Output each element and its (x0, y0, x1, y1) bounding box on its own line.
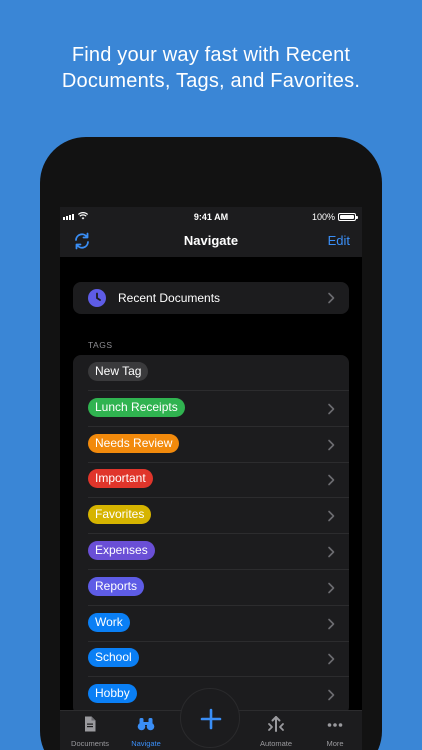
phone-screen: 9:41 AM 100% Navigate Edit Recent Docume… (60, 207, 362, 750)
chevron-right-icon (328, 510, 335, 522)
chevron-right-icon (328, 689, 335, 701)
tag-pill: Important (88, 469, 153, 489)
tag-pill: Hobby (88, 684, 137, 704)
tab-more[interactable]: More (305, 711, 362, 750)
edit-button[interactable]: Edit (328, 233, 350, 248)
tag-pill: Favorites (88, 505, 152, 525)
battery-icon (338, 213, 358, 221)
tag-pill: Lunch Receipts (88, 397, 185, 417)
tab-navigate[interactable]: Navigate (116, 711, 176, 750)
headline-line-1: Find your way fast with Recent (71, 44, 351, 66)
tab-label: Documents (71, 739, 109, 748)
tag-row[interactable]: Lunch Receipts (73, 391, 349, 427)
chevron-right-icon (328, 546, 335, 558)
tab-label: Navigate (131, 739, 161, 748)
headline-line-2: Documents, Tags, and Favorites. (61, 70, 361, 92)
recent-documents-label: Recent Documents (118, 291, 221, 305)
navigate-content: Recent Documents TAGS New Tag Lunch Recei… (60, 257, 362, 715)
recent-documents-row[interactable]: Recent Documents (73, 282, 349, 314)
chevron-right-icon (328, 654, 335, 665)
binoculars-icon (137, 718, 155, 731)
status-bar: 9:41 AM 100% (60, 207, 362, 227)
tag-row[interactable]: Expenses (73, 534, 349, 570)
tag-pill: Work (88, 612, 130, 632)
chevron-right-icon (328, 618, 335, 629)
headline: Find your way fast with Recent Documents… (0, 42, 422, 94)
tag-row[interactable]: Reports (73, 570, 349, 606)
tab-documents[interactable]: Documents (60, 711, 120, 750)
chevron-right-icon (328, 582, 335, 594)
tag-pill: School (88, 648, 139, 668)
tag-row[interactable]: School (73, 641, 349, 678)
tags-list: New Tag Lunch Receipts Needs Review Importa… (73, 355, 349, 715)
tag-row[interactable]: Needs Review (73, 427, 349, 463)
navigation-bar: Navigate Edit (60, 227, 362, 257)
tag-pill: New Tag (88, 362, 149, 381)
chevron-right-icon (328, 475, 335, 486)
clock-icon (88, 289, 106, 307)
chevron-right-icon (328, 439, 335, 450)
tag-pill: Needs Review (88, 433, 180, 453)
tab-label: Automate (259, 739, 293, 748)
tag-row[interactable]: Work (73, 606, 349, 642)
tag-row[interactable]: Important (73, 462, 349, 499)
document-icon (85, 716, 96, 732)
tab-label: More (326, 739, 344, 748)
add-button[interactable] (180, 688, 240, 748)
ellipsis-icon (327, 723, 343, 727)
chevron-right-icon (328, 292, 335, 304)
tag-pill: Reports (88, 576, 145, 596)
tags-section-header: TAGS (88, 340, 113, 350)
page-title: Navigate (183, 233, 239, 248)
tag-row[interactable]: Favorites (73, 498, 349, 535)
battery-percent: 100% (311, 212, 335, 222)
plus-icon (200, 708, 222, 730)
automate-icon (268, 716, 284, 732)
tab-automate[interactable]: Automate (246, 711, 306, 750)
tag-pill: Expenses (88, 541, 155, 560)
chevron-right-icon (328, 403, 335, 415)
tag-row[interactable]: New Tag (73, 355, 349, 391)
